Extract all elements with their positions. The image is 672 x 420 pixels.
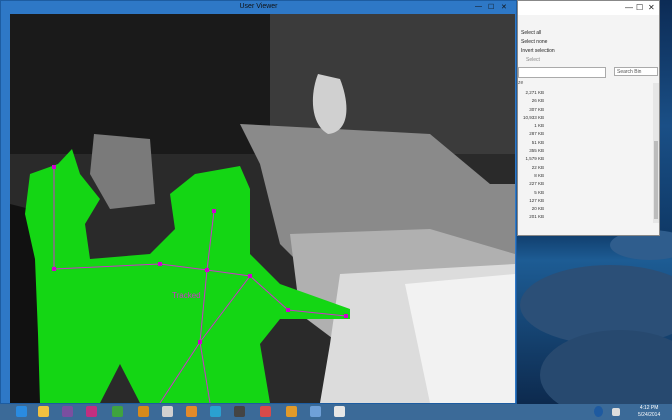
- file-size: 10,933 KB: [522, 114, 544, 120]
- depth-scene: Tracked: [10, 14, 515, 403]
- file-size: 5 KB: [534, 189, 544, 195]
- joint-marker: [158, 262, 162, 266]
- select-group-label: Select: [526, 57, 540, 63]
- window-title: User Viewer: [239, 3, 278, 10]
- file-explorer-window[interactable]: — ☐ ✕ Select all Select none Invert sele…: [517, 0, 660, 236]
- file-size: 1,579 KB: [525, 156, 544, 162]
- file-size: 287 KB: [529, 131, 544, 137]
- select-all-button[interactable]: Select all: [521, 30, 541, 36]
- clock-time: 4:12 PM: [639, 405, 659, 411]
- file-size: 22 KB: [531, 164, 544, 170]
- joint-marker: [212, 209, 216, 213]
- file-size: 355 KB: [529, 148, 544, 154]
- file-size: 51 KB: [531, 139, 544, 145]
- depth-view: Tracked: [10, 14, 515, 403]
- file-size: 1 KB: [534, 123, 544, 129]
- file-size: 2,271 KB: [525, 90, 544, 95]
- joint-marker: [52, 267, 56, 271]
- close-icon[interactable]: ✕: [501, 3, 507, 11]
- game-icon[interactable]: [138, 406, 149, 417]
- app-icon[interactable]: [310, 406, 321, 417]
- tray-icon[interactable]: [612, 408, 620, 416]
- joint-marker: [198, 340, 202, 344]
- size-column-header[interactable]: ze: [518, 80, 523, 86]
- joint-marker: [344, 314, 348, 318]
- file-size: 20 KB: [531, 206, 544, 212]
- user-viewer-window[interactable]: User Viewer — ☐ ✕ Tracked: [0, 0, 517, 404]
- file-explorer-icon[interactable]: [38, 406, 49, 417]
- app-icon[interactable]: [162, 406, 173, 417]
- chrome-icon[interactable]: [112, 406, 123, 417]
- clock-date: 5/24/2014: [638, 412, 661, 418]
- file-size-list: 2,271 KB 26 KB 307 KB 10,933 KB 1 KB 287…: [518, 89, 544, 222]
- select-none-button[interactable]: Select none: [521, 39, 547, 45]
- file-size: 26 KB: [531, 98, 544, 104]
- app-icon[interactable]: [234, 406, 245, 417]
- file-size: 8 KB: [534, 172, 544, 178]
- joint-marker: [248, 274, 252, 278]
- scrollbar-thumb[interactable]: [654, 141, 658, 219]
- skeleton-status-label: Tracked: [172, 291, 201, 300]
- file-size: 127 KB: [529, 197, 544, 203]
- media-player-icon[interactable]: [186, 406, 197, 417]
- clock[interactable]: 4:12 PM 5/24/2014: [638, 405, 660, 419]
- file-size: 201 KB: [529, 214, 544, 220]
- address-bar[interactable]: [518, 67, 606, 78]
- user-viewer-taskbar-icon[interactable]: [334, 406, 345, 417]
- joint-marker: [52, 165, 56, 169]
- blender-icon[interactable]: [286, 406, 297, 417]
- maximize-icon[interactable]: ☐: [636, 3, 643, 12]
- close-icon[interactable]: ✕: [648, 3, 655, 12]
- invert-selection-button[interactable]: Invert selection: [521, 48, 555, 54]
- file-size: 307 KB: [529, 106, 544, 112]
- search-input[interactable]: Search Bin: [614, 67, 658, 76]
- minimize-icon[interactable]: —: [475, 3, 482, 10]
- app-icon[interactable]: [210, 406, 221, 417]
- joint-marker: [286, 308, 290, 312]
- media-app-icon[interactable]: [86, 406, 97, 417]
- minimize-icon[interactable]: —: [625, 3, 633, 12]
- visual-studio-icon[interactable]: [62, 406, 73, 417]
- help-icon[interactable]: [594, 406, 603, 417]
- maximize-icon[interactable]: ☐: [488, 3, 494, 11]
- app-icon[interactable]: [260, 406, 271, 417]
- internet-explorer-icon[interactable]: [16, 406, 27, 417]
- joint-marker: [205, 268, 209, 272]
- file-size: 227 KB: [529, 181, 544, 187]
